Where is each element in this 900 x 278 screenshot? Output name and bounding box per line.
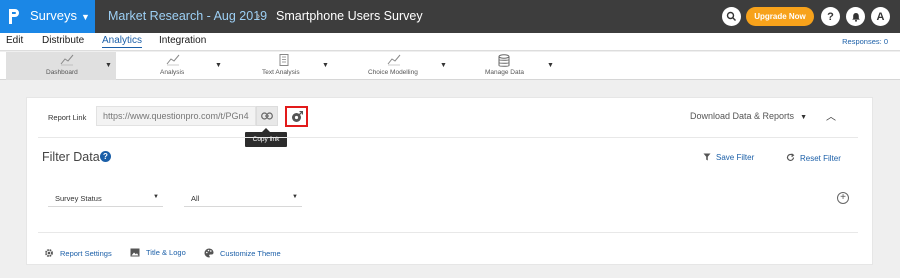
filter-value-value: All	[191, 194, 200, 203]
line-chart-icon	[166, 54, 180, 66]
database-icon	[498, 54, 510, 67]
tab-analysis[interactable]: Analysis ▼	[150, 52, 230, 80]
user-avatar[interactable]: A	[871, 7, 890, 26]
collapse-button[interactable]: ︿	[826, 108, 836, 123]
main-nav: Edit Distribute Analytics Integration Re…	[0, 33, 900, 51]
breadcrumb-survey: Smartphone Users Survey	[276, 9, 423, 23]
help-icon: ?	[827, 10, 834, 23]
search-button[interactable]	[722, 7, 741, 26]
add-filter-button[interactable]: +	[837, 192, 849, 204]
divider	[38, 232, 858, 233]
tab-dashboard-label: Dashboard	[46, 69, 78, 76]
app-name-label: Surveys	[30, 8, 77, 23]
survey-status-select[interactable]: Survey Status ▼	[48, 190, 163, 207]
customize-theme-link[interactable]: Customize Theme	[204, 248, 281, 258]
tab-choice-modelling[interactable]: Choice Modelling ▼	[365, 52, 465, 80]
filter-icon	[703, 153, 711, 161]
reset-filter-button[interactable]: Reset Filter	[786, 153, 841, 163]
open-link-button[interactable]	[256, 106, 278, 126]
chevron-down-icon: ▼	[153, 194, 159, 200]
chevron-down-icon: ▼	[440, 62, 447, 69]
palette-icon	[204, 248, 214, 258]
download-data-label: Download Data & Reports	[690, 111, 795, 121]
chevron-down-icon: ▼	[105, 62, 112, 69]
survey-status-value: Survey Status	[55, 194, 102, 203]
filter-value-select[interactable]: All ▼	[184, 190, 302, 207]
divider	[38, 137, 858, 138]
report-settings-label: Report Settings	[60, 248, 112, 258]
help-button[interactable]: ?	[821, 7, 840, 26]
save-filter-label: Save Filter	[716, 153, 755, 162]
customize-theme-label: Customize Theme	[220, 248, 281, 258]
chevron-down-icon: ▼	[800, 114, 807, 121]
line-chart-icon	[387, 54, 401, 66]
title-logo-label: Title & Logo	[146, 248, 186, 257]
responses-count: Responses: 0	[842, 37, 888, 46]
tab-text-analysis-label: Text Analysis	[262, 69, 300, 76]
app-name[interactable]: Surveys ▼	[30, 8, 90, 23]
tab-manage-data[interactable]: Manage Data ▼	[485, 52, 565, 80]
tab-analysis-label: Analysis	[160, 69, 185, 76]
save-filter-button[interactable]: Save Filter	[703, 153, 754, 162]
line-chart-icon	[60, 54, 74, 66]
upgrade-button[interactable]: Upgrade Now	[746, 7, 814, 26]
copy-link-icon	[291, 110, 303, 122]
chevron-down-icon: ▼	[547, 62, 554, 69]
nav-edit[interactable]: Edit	[6, 35, 23, 46]
nav-analytics[interactable]: Analytics	[102, 35, 143, 48]
download-data-dropdown[interactable]: Download Data & Reports ▼	[690, 111, 807, 121]
chevron-down-icon: ▼	[292, 194, 298, 200]
title-logo-link[interactable]: Title & Logo	[130, 248, 186, 257]
report-link-field[interactable]: https://www.questionpro.com/t/PGn4	[96, 106, 256, 126]
analytics-toolbar: Dashboard ▼ Analysis ▼ Text Analysis ▼ C…	[0, 52, 900, 80]
chevron-down-icon: ▼	[322, 62, 329, 69]
chevron-down-icon: ▼	[215, 62, 222, 69]
report-link-label: Report Link	[48, 113, 87, 122]
tab-dashboard[interactable]: Dashboard ▼	[6, 52, 116, 80]
plus-icon: +	[840, 192, 846, 203]
tab-choice-modelling-label: Choice Modelling	[368, 69, 418, 76]
chevron-up-icon: ︿	[826, 112, 836, 123]
bell-icon	[851, 12, 860, 22]
breadcrumb-folder[interactable]: Market Research - Aug 2019	[108, 9, 267, 23]
app-switcher[interactable]: Surveys ▼	[0, 0, 95, 33]
top-bar: Surveys ▼ Market Research - Aug 2019 › Sm…	[0, 0, 900, 33]
filter-title: Filter Data	[42, 150, 100, 164]
help-icon[interactable]: ?	[100, 151, 111, 162]
chevron-down-icon: ▼	[80, 12, 90, 22]
notifications-button[interactable]	[846, 7, 865, 26]
report-settings-link[interactable]: Report Settings	[44, 248, 112, 258]
nav-distribute[interactable]: Distribute	[42, 35, 84, 46]
refresh-icon	[786, 153, 795, 161]
copy-link-tooltip: Copy link	[245, 128, 287, 147]
image-icon	[130, 248, 140, 257]
search-icon	[726, 11, 736, 21]
link-icon	[261, 112, 273, 120]
gear-icon	[45, 249, 53, 257]
nav-integration[interactable]: Integration	[159, 35, 206, 46]
chevron-right-icon: ›	[256, 8, 261, 23]
avatar-initial: A	[876, 10, 885, 23]
tab-text-analysis[interactable]: Text Analysis ▼	[262, 52, 347, 80]
document-icon	[279, 54, 289, 66]
tab-manage-data-label: Manage Data	[485, 69, 525, 76]
copy-link-button[interactable]	[285, 106, 308, 127]
questionpro-logo-icon	[9, 9, 19, 24]
reset-filter-label: Reset Filter	[800, 154, 841, 163]
